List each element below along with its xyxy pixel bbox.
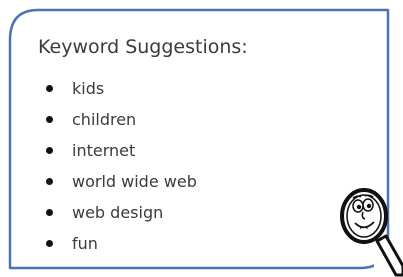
magnifying-glass-character-icon: [340, 188, 403, 277]
keyword-item-fun[interactable]: fun: [46, 231, 197, 262]
keyword-label: internet: [72, 141, 136, 160]
keyword-item-world-wide-web[interactable]: world wide web: [46, 169, 197, 200]
keyword-label: children: [72, 110, 137, 129]
keyword-item-children[interactable]: children: [46, 107, 197, 138]
bullet-icon: [46, 240, 53, 247]
keyword-label: web design: [72, 203, 164, 222]
bullet-icon: [46, 209, 53, 216]
bullet-icon: [46, 147, 53, 154]
keyword-item-internet[interactable]: internet: [46, 138, 197, 169]
bullet-icon: [46, 178, 53, 185]
bullet-icon: [46, 85, 53, 92]
keyword-label: world wide web: [72, 172, 197, 191]
bullet-icon: [46, 116, 53, 123]
panel-heading: Keyword Suggestions:: [38, 36, 248, 58]
keyword-label: fun: [72, 234, 98, 253]
keyword-label: kids: [72, 79, 105, 98]
keyword-list: kids children internet world wide web we…: [46, 76, 197, 262]
keyword-suggestions-card: Keyword Suggestions: kids children inter…: [0, 0, 403, 277]
keyword-item-web-design[interactable]: web design: [46, 200, 197, 231]
keyword-item-kids[interactable]: kids: [46, 76, 197, 107]
